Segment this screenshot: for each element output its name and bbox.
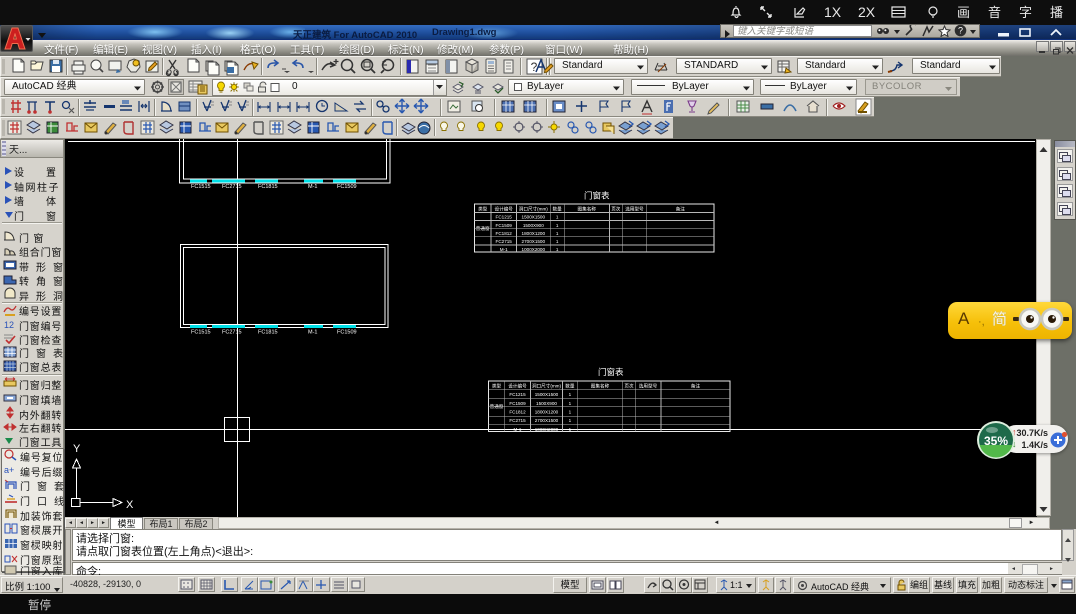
svg-text:2700X1500: 2700X1500 xyxy=(522,239,546,244)
svg-text:类型: 类型 xyxy=(492,383,502,390)
svg-text:洞口尺寸(mm): 洞口尺寸(mm) xyxy=(532,383,562,390)
svg-text:FC1812: FC1812 xyxy=(496,231,513,236)
svg-text:1: 1 xyxy=(556,223,559,228)
svg-text:备注: 备注 xyxy=(676,206,686,213)
svg-text:图集名称: 图集名称 xyxy=(591,383,610,390)
svg-text:M-1: M-1 xyxy=(500,247,508,252)
svg-text:1000X2000: 1000X2000 xyxy=(522,247,546,252)
svg-text:1: 1 xyxy=(556,239,559,244)
svg-text:选用型号: 选用型号 xyxy=(639,383,658,390)
svg-text:FC1815: FC1815 xyxy=(258,330,278,336)
svg-text:选用型号: 选用型号 xyxy=(625,206,644,213)
svg-text:FC2715: FC2715 xyxy=(496,239,513,244)
svg-text:X: X xyxy=(126,499,134,511)
svg-text:FC1515: FC1515 xyxy=(191,330,211,336)
svg-text:备注: 备注 xyxy=(691,383,701,390)
svg-text:1500X1500: 1500X1500 xyxy=(522,215,546,220)
svg-text:M-1: M-1 xyxy=(514,427,522,432)
svg-text:设计编号: 设计编号 xyxy=(495,206,514,213)
svg-text:数量: 数量 xyxy=(552,206,562,213)
svg-text:门窗表: 门窗表 xyxy=(598,367,624,377)
svg-text:1: 1 xyxy=(556,247,559,252)
svg-text:1: 1 xyxy=(556,231,559,236)
svg-text:1500X900: 1500X900 xyxy=(536,401,557,406)
svg-text:普通窗: 普通窗 xyxy=(476,225,490,232)
svg-text:设计编号: 设计编号 xyxy=(508,383,527,390)
svg-text:1500X900: 1500X900 xyxy=(523,223,544,228)
svg-text:1500X1500: 1500X1500 xyxy=(535,392,559,397)
svg-text:Y: Y xyxy=(73,443,81,455)
svg-text:洞口尺寸(mm): 洞口尺寸(mm) xyxy=(519,206,549,213)
svg-text:FC1812: FC1812 xyxy=(509,410,526,415)
svg-text:1800X1200: 1800X1200 xyxy=(522,231,546,236)
svg-text:FC1815: FC1815 xyxy=(258,184,278,190)
svg-text:12: 12 xyxy=(4,320,14,330)
svg-text:页次: 页次 xyxy=(611,206,621,213)
svg-text:普通窗: 普通窗 xyxy=(490,403,504,410)
svg-text:数量: 数量 xyxy=(565,383,575,390)
svg-text:门窗表: 门窗表 xyxy=(584,191,610,201)
svg-text:图集名称: 图集名称 xyxy=(578,206,597,213)
svg-text:页次: 页次 xyxy=(624,383,634,390)
svg-text:FC1215: FC1215 xyxy=(496,215,513,220)
svg-text:FC1215: FC1215 xyxy=(509,392,526,397)
svg-text:M-1: M-1 xyxy=(308,330,317,336)
svg-text:1: 1 xyxy=(569,427,572,432)
svg-text:M-1: M-1 xyxy=(308,184,317,190)
svg-text:FC1509: FC1509 xyxy=(509,401,526,406)
svg-text:1: 1 xyxy=(569,418,572,423)
svg-text:1000X2000: 1000X2000 xyxy=(535,427,559,432)
svg-text:1: 1 xyxy=(556,215,559,220)
svg-text:1800X1200: 1800X1200 xyxy=(535,410,559,415)
svg-text:FC2715: FC2715 xyxy=(509,418,526,423)
svg-text:FC1509: FC1509 xyxy=(337,184,357,190)
svg-text:FC1509: FC1509 xyxy=(337,330,357,336)
svg-text:2700X1500: 2700X1500 xyxy=(535,418,559,423)
svg-text:1: 1 xyxy=(569,410,572,415)
svg-text:FC1515: FC1515 xyxy=(191,184,211,190)
svg-text:类型: 类型 xyxy=(478,206,488,213)
svg-text:1: 1 xyxy=(569,401,572,406)
svg-text:FC2715: FC2715 xyxy=(222,184,242,190)
svg-text:1: 1 xyxy=(569,392,572,397)
svg-text:a+: a+ xyxy=(4,465,14,475)
svg-text:?: ? xyxy=(958,26,963,36)
svg-text:35%: 35% xyxy=(984,434,1008,448)
svg-text:FC2715: FC2715 xyxy=(222,330,242,336)
svg-text:FC1509: FC1509 xyxy=(496,223,513,228)
